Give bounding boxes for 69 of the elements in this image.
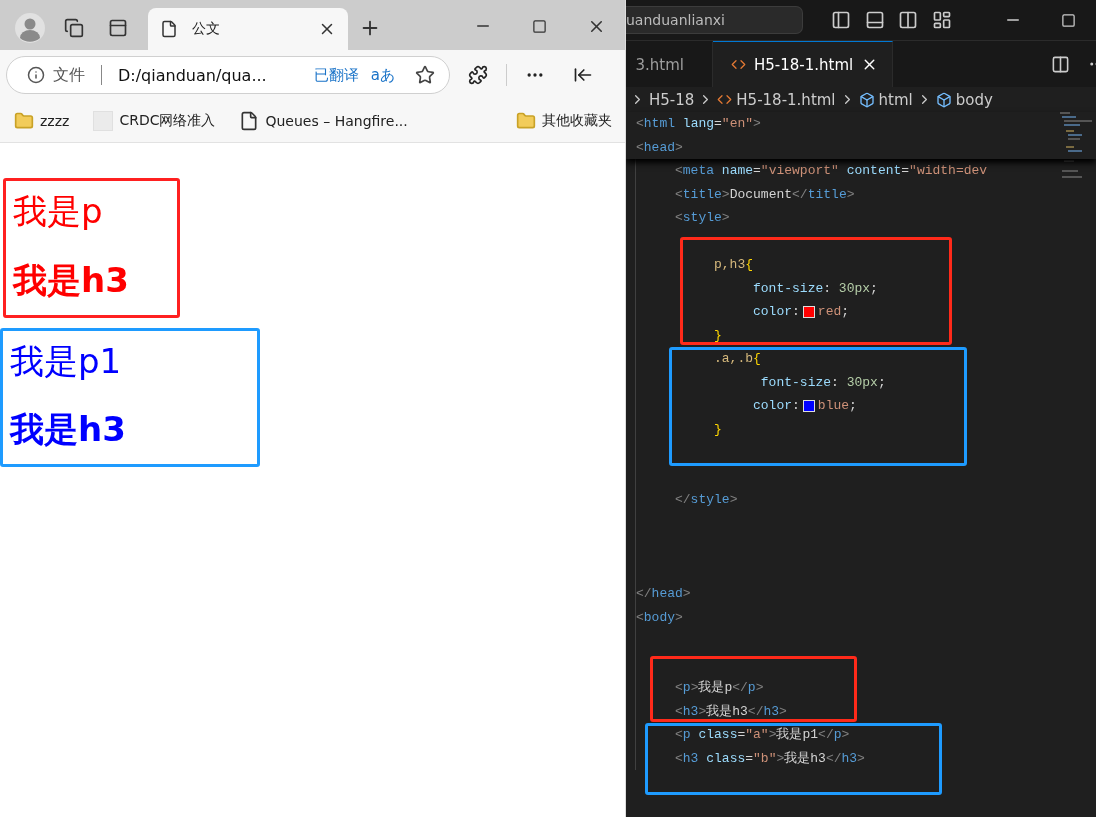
workspaces-icon[interactable]	[64, 18, 84, 38]
cube-icon	[935, 91, 952, 108]
code-text: <head>	[636, 138, 683, 157]
code-text: </head>	[636, 585, 691, 603]
paragraph-text: 我是p1	[10, 340, 123, 382]
browser-tab[interactable]: 公文	[148, 8, 348, 50]
bookmark[interactable]: zzzz	[8, 106, 76, 136]
sidebar-icon[interactable]	[573, 65, 593, 85]
breadcrumb-item[interactable]: html	[878, 90, 913, 109]
bookmark[interactable]: CRDC网络准入	[87, 106, 222, 136]
tab-actions-icon[interactable]	[108, 18, 128, 38]
paragraph-text: 我是p	[13, 191, 104, 232]
layout-icon[interactable]	[931, 10, 952, 30]
code-text: <p>我是p</p>	[674, 679, 764, 697]
code-text: <p class="a">我是p1</p>	[674, 726, 850, 744]
code-text: <h3 class="b">我是h3</h3>	[674, 749, 865, 768]
bookmark[interactable]: 其他收藏夹	[509, 106, 618, 136]
code-file-icon	[731, 57, 746, 72]
color-swatch[interactable]	[802, 305, 815, 318]
search-field[interactable]: uanduanlianxi	[626, 6, 803, 34]
code-text: blue;	[817, 397, 857, 415]
code-text: <meta name="viewport" content="width=dev	[674, 162, 988, 180]
code-text: <title>Document</title>	[674, 185, 855, 204]
color-swatch[interactable]	[802, 399, 815, 412]
panel-bottom-icon[interactable]	[864, 10, 885, 30]
panel-left-icon[interactable]	[831, 10, 852, 30]
avatar-icon[interactable]	[15, 13, 45, 43]
code-text: color:	[752, 397, 800, 415]
bookmark-label: Queues – Hangfire...	[265, 113, 408, 129]
favorite-star-icon[interactable]	[415, 65, 435, 85]
code-text: </style>	[674, 491, 738, 509]
translated-label[interactable]: 已翻译	[313, 65, 359, 85]
code-text: <html lang="en">	[636, 115, 761, 133]
folder-icon	[14, 111, 34, 131]
address-bar[interactable]: 文件 D:/qianduan/qua... 已翻译 aあ	[6, 56, 450, 94]
site-label: 文件	[53, 64, 85, 86]
page-icon	[160, 20, 178, 38]
code-text: }	[713, 420, 722, 439]
breadcrumb-item[interactable]: H5-18	[649, 90, 695, 109]
code-text: font-size: 30px;	[752, 279, 878, 298]
code-text: }	[713, 326, 722, 345]
bookmark-label: CRDC网络准入	[119, 112, 216, 130]
code-text: .a,.b{	[713, 350, 761, 368]
bookmark[interactable]: Queues – Hangfire...	[233, 106, 414, 136]
extensions-icon[interactable]	[468, 65, 488, 85]
code-file-icon	[717, 92, 733, 107]
code-text: <body>	[636, 608, 683, 627]
code-text: red;	[817, 303, 850, 321]
heading-text: 我是h3	[10, 409, 127, 451]
split-editor-icon[interactable]	[1051, 54, 1070, 74]
tab-title: 公文	[192, 20, 221, 38]
breadcrumb-item[interactable]: H5-18-1.html	[736, 90, 836, 109]
bookmark-label: 其他收藏夹	[541, 112, 612, 130]
translate-glyph[interactable]: aあ	[370, 65, 395, 85]
info-icon[interactable]	[27, 66, 45, 84]
panel-right-icon[interactable]	[898, 10, 919, 30]
bookmark-label: zzzz	[40, 113, 70, 129]
code-text: <h3>我是h3</h3>	[674, 702, 787, 721]
folder-icon	[515, 111, 536, 131]
cube-icon	[858, 91, 875, 108]
code-text: font-size: 30px;	[759, 373, 886, 392]
editor-tab[interactable]: H5-18-1.html	[713, 41, 894, 87]
url-text: D:/qianduan/qua...	[118, 65, 268, 85]
breadcrumb-item[interactable]: body	[955, 90, 993, 109]
code-text: p,h3{	[713, 256, 754, 274]
heading-text: 我是h3	[13, 259, 130, 301]
maximize-icon[interactable]	[532, 18, 547, 34]
code-text: <style>	[674, 209, 730, 227]
code-text: color:	[752, 303, 800, 321]
